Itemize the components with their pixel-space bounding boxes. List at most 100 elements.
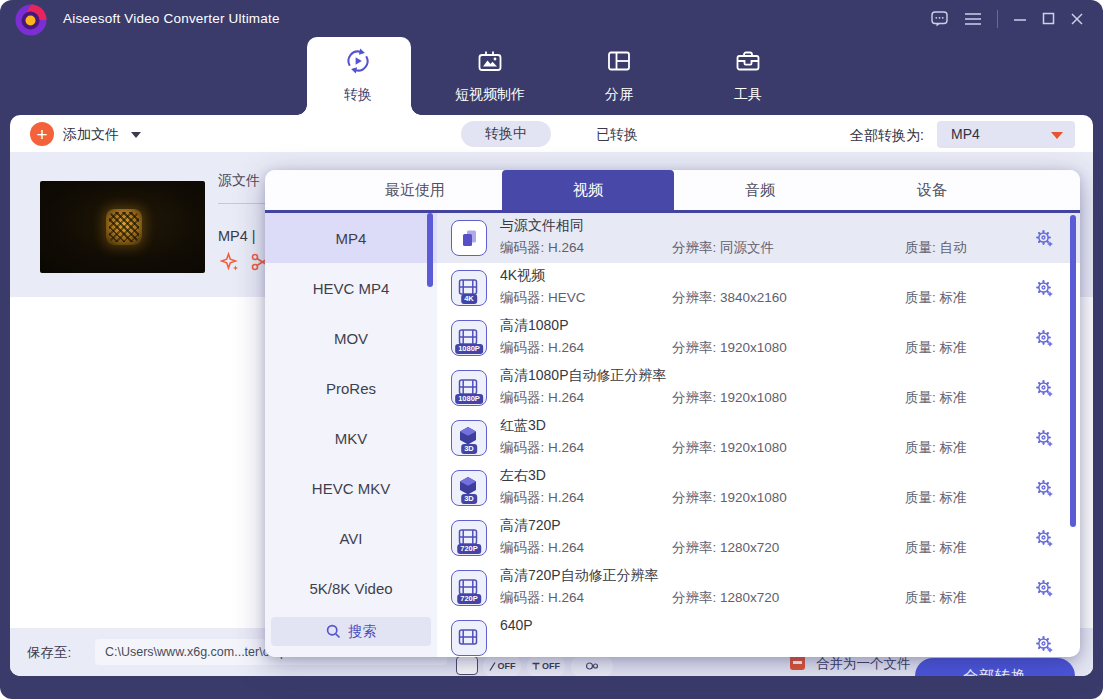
gear-icon[interactable]	[1035, 229, 1054, 248]
add-file-caret-icon[interactable]	[131, 132, 141, 138]
sidebar-item-prores[interactable]: ProRes	[265, 363, 437, 413]
film-icon: 720P	[451, 520, 487, 556]
format-resolution: 分辨率: 1920x1080	[672, 339, 787, 357]
source-file-label: 源文件	[218, 172, 260, 190]
format-title: 640P	[500, 617, 533, 633]
list-scrollbar[interactable]	[1070, 215, 1076, 527]
popup-tab-audio[interactable]: 音频	[674, 170, 846, 210]
sidebar-item-hevc-mp4[interactable]: HEVC MP4	[265, 263, 437, 313]
format-title: 左右3D	[500, 467, 546, 485]
format-row[interactable]: 4K4K视频编码器: HEVC分辨率: 3840x2160质量: 标准	[437, 263, 1080, 313]
tab-split-screen-label: 分屏	[559, 86, 679, 104]
gear-icon[interactable]	[1035, 429, 1054, 448]
tab-converting[interactable]: 转换中	[461, 121, 551, 147]
gear-icon[interactable]	[1035, 379, 1054, 398]
effect-icon[interactable]	[220, 252, 240, 272]
format-title: 红蓝3D	[500, 417, 546, 435]
search-button[interactable]: 搜索	[271, 617, 431, 646]
settings-pill[interactable]	[571, 654, 613, 676]
popup-tab-video[interactable]: 视频	[502, 170, 674, 210]
minimize-button[interactable]	[1013, 12, 1027, 26]
browse-folder-button[interactable]	[456, 656, 478, 675]
format-quality: 质量: 标准	[905, 589, 967, 607]
merge-checkbox-icon[interactable]	[790, 655, 805, 670]
format-resolution: 分辨率: 1280x720	[672, 589, 779, 607]
sidebar-item-mov[interactable]: MOV	[265, 313, 437, 363]
output-format-dropdown[interactable]: MP4	[937, 121, 1075, 148]
tab-short-video[interactable]: 短视频制作	[430, 44, 550, 104]
format-quality: 质量: 标准	[905, 489, 967, 507]
tab-converted[interactable]: 已转换	[572, 126, 662, 144]
merge-label: 合并为一个文件	[816, 655, 911, 673]
tab-convert[interactable]: 转换	[298, 44, 418, 104]
popup-tab-recent[interactable]: 最近使用	[329, 170, 501, 210]
titlebar-separator	[997, 10, 998, 28]
output-format-value: MP4	[951, 126, 980, 142]
app-logo	[14, 3, 48, 37]
window-title: Aiseesoft Video Converter Ultimate	[63, 11, 280, 26]
format-title: 高清1080P自动修正分辨率	[500, 367, 666, 385]
format-title: 高清1080P	[500, 317, 568, 335]
toggle-2-off[interactable]: OFF	[527, 654, 565, 676]
format-row[interactable]: 720P高清720P编码器: H.264分辨率: 1280x720质量: 标准	[437, 513, 1080, 563]
format-row[interactable]: 1080P高清1080P编码器: H.264分辨率: 1920x1080质量: …	[437, 313, 1080, 363]
add-file-button[interactable]: 添加文件	[63, 126, 119, 144]
sidebar-item-mp4[interactable]: MP4	[265, 213, 437, 263]
popup-tab-device[interactable]: 设备	[846, 170, 1018, 210]
format-row[interactable]: 3D左右3D编码器: H.264分辨率: 1920x1080质量: 标准	[437, 463, 1080, 513]
gear-icon[interactable]	[1035, 579, 1054, 598]
convert-all-button[interactable]: 全部转换	[915, 658, 1075, 676]
format-encoder: 编码器: H.264	[500, 589, 584, 607]
sidebar-item-mkv[interactable]: MKV	[265, 413, 437, 463]
feedback-icon[interactable]	[930, 9, 949, 28]
source-file-underline	[218, 203, 268, 204]
gear-icon[interactable]	[1035, 479, 1054, 498]
gear-icon[interactable]	[1035, 635, 1054, 654]
format-row[interactable]: 3D红蓝3D编码器: H.264分辨率: 1920x1080质量: 标准	[437, 413, 1080, 463]
app-window: Aiseesoft Video Converter Ultimate 转换	[0, 0, 1103, 699]
format-resolution: 分辨率: 1920x1080	[672, 389, 787, 407]
file-format-label: MP4 |	[218, 228, 256, 244]
format-badge: 720P	[457, 594, 481, 604]
menu-icon[interactable]	[964, 11, 982, 27]
close-button[interactable]	[1070, 12, 1084, 26]
tab-toolbox[interactable]: 工具	[688, 44, 808, 104]
sidebar-item-5k-8k-video[interactable]: 5K/8K Video	[265, 563, 437, 613]
search-icon	[326, 624, 341, 639]
thumbnail-emblem	[106, 209, 142, 245]
format-badge: 720P	[457, 544, 481, 554]
film-icon	[451, 620, 487, 656]
format-list: 与源文件相同编码器: H.264分辨率: 同源文件质量: 自动4K4K视频编码器…	[437, 213, 1080, 657]
format-quality: 质量: 标准	[905, 389, 967, 407]
format-resolution: 分辨率: 3840x2160	[672, 289, 787, 307]
film-icon: 1080P	[451, 320, 487, 356]
gear-icon[interactable]	[1035, 329, 1054, 348]
convert-all-label: 全部转换为:	[850, 127, 924, 145]
film-icon: 1080P	[451, 370, 487, 406]
format-row[interactable]: 1080P高清1080P自动修正分辨率编码器: H.264分辨率: 1920x1…	[437, 363, 1080, 413]
toggle-1-off[interactable]: OFF	[483, 654, 521, 676]
maximize-button[interactable]	[1042, 12, 1055, 25]
save-to-label: 保存至:	[27, 644, 71, 662]
sidebar-item-avi[interactable]: AVI	[265, 513, 437, 563]
tab-split-screen[interactable]: 分屏	[559, 44, 679, 104]
format-title: 与源文件相同	[500, 217, 584, 235]
gear-icon[interactable]	[1035, 279, 1054, 298]
format-row[interactable]: 720P高清720P自动修正分辨率编码器: H.264分辨率: 1280x720…	[437, 563, 1080, 613]
sidebar-scrollbar[interactable]	[427, 213, 433, 287]
format-title: 4K视频	[500, 267, 545, 285]
format-row[interactable]: 与源文件相同编码器: H.264分辨率: 同源文件质量: 自动	[437, 213, 1080, 263]
format-sidebar: MP4HEVC MP4MOVProResMKVHEVC MKVAVI5K/8K …	[265, 213, 437, 657]
format-quality: 质量: 标准	[905, 339, 967, 357]
copy-icon	[451, 220, 487, 256]
format-popup: 最近使用 视频 音频 设备 MP4HEVC MP4MOVProResMKVHEV…	[265, 170, 1080, 657]
format-encoder: 编码器: H.264	[500, 439, 584, 457]
sidebar-item-hevc-mkv[interactable]: HEVC MKV	[265, 463, 437, 513]
gear-icon[interactable]	[1035, 529, 1054, 548]
add-file-icon[interactable]: +	[30, 122, 54, 146]
video-thumbnail[interactable]	[40, 181, 205, 273]
format-resolution: 分辨率: 1920x1080	[672, 439, 787, 457]
format-quality: 质量: 标准	[905, 289, 967, 307]
format-row[interactable]: 640P	[437, 613, 1080, 657]
format-badge: 1080P	[455, 394, 483, 404]
